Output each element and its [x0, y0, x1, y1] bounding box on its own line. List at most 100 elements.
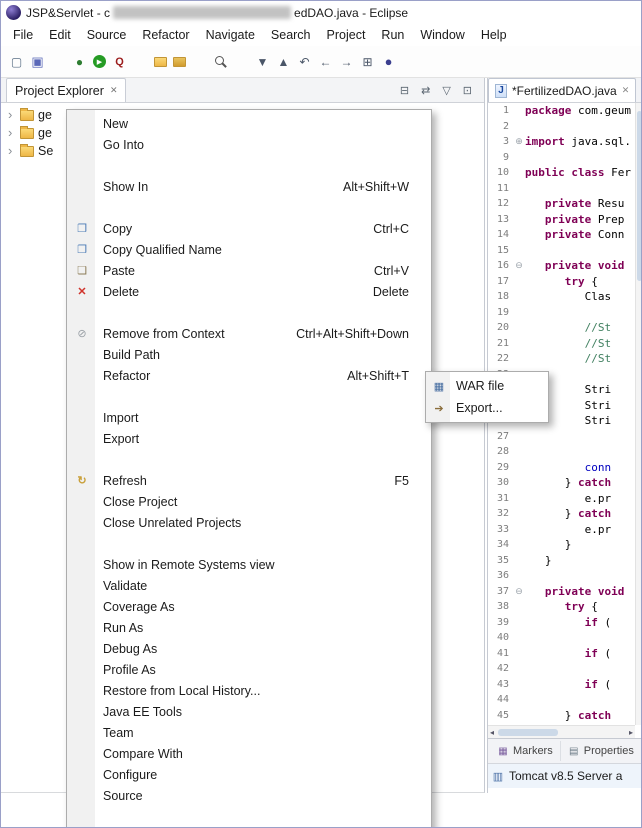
submenu-item[interactable]: Export...: [426, 397, 548, 419]
new-button[interactable]: ▢: [7, 52, 26, 71]
open-perspective-button[interactable]: ⊞: [358, 52, 377, 71]
menu-bar-item[interactable]: File: [5, 26, 41, 44]
java-ee-perspective-button[interactable]: ●: [379, 52, 398, 71]
toolbar-button[interactable]: [49, 52, 68, 71]
back-button[interactable]: ←: [316, 52, 335, 71]
bottom-tab[interactable]: Markers: [490, 741, 561, 761]
menu-bar-item[interactable]: Navigate: [198, 26, 263, 44]
folder-icon: [20, 143, 34, 157]
menu-item[interactable]: Source: [67, 785, 431, 806]
vertical-scrollbar[interactable]: [635, 103, 641, 725]
menu-item[interactable]: [67, 449, 431, 470]
run-button[interactable]: ▶: [91, 53, 108, 70]
menu-item[interactable]: Debug As: [67, 638, 431, 659]
line-number: 28: [496, 446, 509, 458]
scrollbar-thumb[interactable]: [498, 728, 559, 736]
menu-item[interactable]: [67, 155, 431, 176]
menu-item[interactable]: Show in Remote Systems view: [67, 554, 431, 575]
code-text: package com.geum: [525, 104, 641, 117]
menu-bar-item[interactable]: Search: [263, 26, 319, 44]
menu-bar-item[interactable]: Refactor: [134, 26, 197, 44]
chevron-right-icon[interactable]: ›: [8, 126, 16, 139]
coverage-button[interactable]: Q: [110, 52, 129, 71]
menu-item[interactable]: [67, 533, 431, 554]
view-menu-icon[interactable]: ▽: [442, 84, 450, 97]
code-text: } catch: [525, 476, 641, 489]
chevron-right-icon[interactable]: ›: [8, 144, 16, 157]
menu-item[interactable]: Validate: [67, 575, 431, 596]
bottom-panel: Markers Properties Tomcat v8.5 Server a: [488, 738, 641, 793]
menu-bar-item[interactable]: Source: [79, 26, 135, 44]
line-number: 18: [496, 291, 509, 303]
chevron-right-icon[interactable]: ›: [8, 108, 16, 121]
close-icon[interactable]: ✕: [622, 85, 630, 96]
menu-item[interactable]: Delete Delete: [67, 281, 431, 302]
menu-item-label: Debug As: [103, 641, 158, 656]
scroll-right-arrow-icon[interactable]: ▸: [629, 728, 633, 737]
minimize-icon[interactable]: ⊡: [463, 84, 472, 97]
close-icon[interactable]: ✕: [110, 85, 118, 96]
export-war-button[interactable]: [171, 55, 188, 69]
menu-item[interactable]: Coverage As: [67, 596, 431, 617]
fold-marker-icon[interactable]: ⊕: [513, 136, 525, 147]
search-button[interactable]: [211, 52, 230, 71]
fold-marker-icon[interactable]: ⊖: [513, 260, 525, 271]
menu-bar-item[interactable]: Help: [473, 26, 515, 44]
server-entry[interactable]: Tomcat v8.5 Server a: [488, 764, 641, 788]
menu-item[interactable]: [67, 806, 431, 827]
menu-item[interactable]: Remove from Context Ctrl+Alt+Shift+Down: [67, 323, 431, 344]
menu-item[interactable]: Restore from Local History...: [67, 680, 431, 701]
next-annotation-button[interactable]: ▼: [253, 52, 272, 71]
link-with-editor-icon[interactable]: ⇄: [421, 84, 430, 97]
scroll-left-arrow-icon[interactable]: ◂: [490, 728, 494, 737]
menu-item[interactable]: New: [67, 113, 431, 134]
toolbar-button[interactable]: [131, 52, 150, 71]
menu-item[interactable]: Go Into: [67, 134, 431, 155]
tab-project-explorer[interactable]: Project Explorer ✕: [6, 78, 127, 102]
horizontal-scrollbar[interactable]: ◂ ▸: [488, 725, 635, 738]
menu-item[interactable]: Copy Ctrl+C: [67, 218, 431, 239]
menu-item[interactable]: Show In Alt+Shift+W: [67, 176, 431, 197]
toolbar-button[interactable]: [190, 52, 209, 71]
menu-bar-item[interactable]: Window: [412, 26, 472, 44]
menu-item[interactable]: [67, 197, 431, 218]
menu-item[interactable]: Configure: [67, 764, 431, 785]
bottom-tab[interactable]: Properties: [561, 741, 641, 761]
menu-item[interactable]: Close Unrelated Projects: [67, 512, 431, 533]
menu-item[interactable]: Compare With: [67, 743, 431, 764]
menu-item[interactable]: Team: [67, 722, 431, 743]
menu-item[interactable]: Refactor Alt+Shift+T: [67, 365, 431, 386]
menu-item[interactable]: Run As: [67, 617, 431, 638]
up-arrow-icon: ▲: [277, 54, 290, 69]
tab-fertilizeddao-java[interactable]: *FertilizedDAO.java ✕: [488, 78, 637, 102]
menu-item[interactable]: Close Project: [67, 491, 431, 512]
fold-marker-icon[interactable]: ⊖: [513, 586, 525, 597]
debug-button[interactable]: ●: [70, 52, 89, 71]
menu-item[interactable]: Export: [67, 428, 431, 449]
forward-button[interactable]: →: [337, 52, 356, 71]
menu-item[interactable]: [67, 386, 431, 407]
menu-bar-item[interactable]: Project: [319, 26, 374, 44]
submenu-item[interactable]: WAR file: [426, 375, 548, 397]
menu-item[interactable]: Profile As: [67, 659, 431, 680]
line-number: 41: [496, 647, 509, 659]
collapse-all-icon[interactable]: ⊟: [400, 84, 409, 97]
menu-item[interactable]: Build Path: [67, 344, 431, 365]
menu-item[interactable]: Copy Qualified Name: [67, 239, 431, 260]
menu-item[interactable]: [67, 302, 431, 323]
save-button[interactable]: ▣: [28, 52, 47, 71]
prev-annotation-button[interactable]: ▲: [274, 52, 293, 71]
toolbar-button[interactable]: [232, 52, 251, 71]
last-edit-location-button[interactable]: ↶: [295, 52, 314, 71]
menu-item[interactable]: Import: [67, 407, 431, 428]
menu-bar-item[interactable]: Run: [373, 26, 412, 44]
menu-item[interactable]: Java EE Tools: [67, 701, 431, 722]
web-project-folder-icon: [154, 56, 167, 67]
code-line: 32 } catch: [488, 506, 641, 522]
menu-item[interactable]: Refresh F5: [67, 470, 431, 491]
menu-bar-item[interactable]: Edit: [41, 26, 79, 44]
menu-item[interactable]: Paste Ctrl+V: [67, 260, 431, 281]
scrollbar-thumb[interactable]: [637, 111, 641, 281]
new-web-project-button[interactable]: [152, 55, 169, 69]
